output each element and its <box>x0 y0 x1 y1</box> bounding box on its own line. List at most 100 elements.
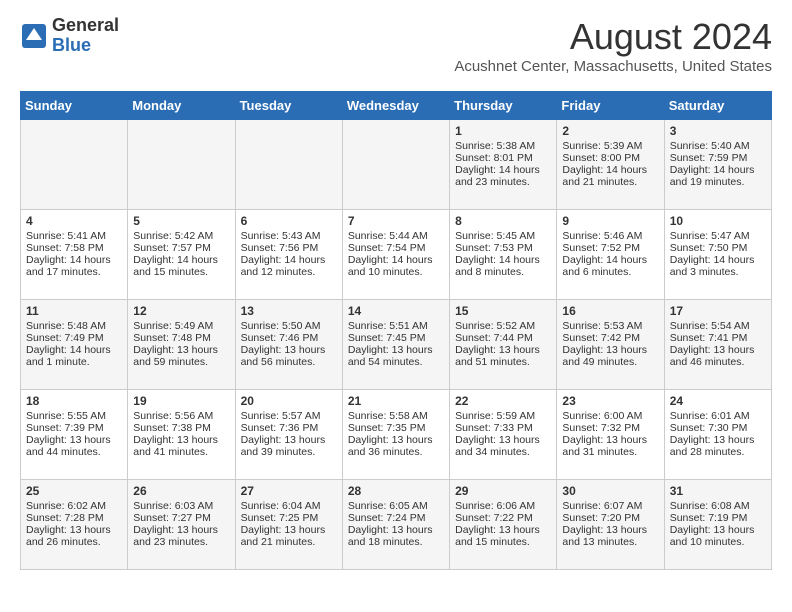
sunset-text: Sunset: 7:38 PM <box>133 422 229 434</box>
day-number: 23 <box>562 394 658 408</box>
sunrise-text: Sunrise: 5:49 AM <box>133 320 229 332</box>
calendar-cell: 21Sunrise: 5:58 AMSunset: 7:35 PMDayligh… <box>342 390 449 480</box>
sunrise-text: Sunrise: 5:56 AM <box>133 410 229 422</box>
daylight-text: Daylight: 13 hours and 56 minutes. <box>241 344 337 368</box>
calendar-cell: 12Sunrise: 5:49 AMSunset: 7:48 PMDayligh… <box>128 300 235 390</box>
day-number: 8 <box>455 214 551 228</box>
sunrise-text: Sunrise: 6:07 AM <box>562 500 658 512</box>
daylight-text: Daylight: 14 hours and 23 minutes. <box>455 164 551 188</box>
calendar-cell: 16 Sunrise: 5:53 AMSunset: 7:42 PMDayligh… <box>557 300 664 390</box>
sunrise-text: Sunrise: 5:43 AM <box>241 230 337 242</box>
sunrise-text: Sunrise: 5:41 AM <box>26 230 122 242</box>
day-number: 30 <box>562 484 658 498</box>
sunrise-text: Sunrise: 5:53 AM <box>562 320 658 332</box>
sunset-text: Sunset: 7:20 PM <box>562 512 658 524</box>
daylight-text: Daylight: 13 hours and 10 minutes. <box>670 524 766 548</box>
day-number: 24 <box>670 394 766 408</box>
sunrise-text: Sunrise: 6:05 AM <box>348 500 444 512</box>
sunset-text: Sunset: 7:19 PM <box>670 512 766 524</box>
daylight-text: Daylight: 13 hours and 18 minutes. <box>348 524 444 548</box>
day-number: 14 <box>348 304 444 318</box>
daylight-text: Daylight: 13 hours and 39 minutes. <box>241 434 337 458</box>
day-number: 3 <box>670 124 766 138</box>
sunset-text: Sunset: 7:41 PM <box>670 332 766 344</box>
calendar-cell <box>342 120 449 210</box>
sunrise-text: Sunrise: 5:50 AM <box>241 320 337 332</box>
sunrise-text: Sunrise: 5:48 AM <box>26 320 122 332</box>
logo-blue-text: Blue <box>52 36 119 56</box>
calendar-cell: 13Sunrise: 5:50 AMSunset: 7:46 PMDayligh… <box>235 300 342 390</box>
weekday-header: Thursday <box>450 92 557 120</box>
day-number: 13 <box>241 304 337 318</box>
sunset-text: Sunset: 8:00 PM <box>562 152 658 164</box>
daylight-text: Daylight: 13 hours and 59 minutes. <box>133 344 229 368</box>
sunset-text: Sunset: 7:39 PM <box>26 422 122 434</box>
calendar-cell: 30Sunrise: 6:07 AMSunset: 7:20 PMDayligh… <box>557 480 664 570</box>
calendar-cell: 6Sunrise: 5:43 AMSunset: 7:56 PMDaylight… <box>235 210 342 300</box>
calendar-cell: 8Sunrise: 5:45 AMSunset: 7:53 PMDaylight… <box>450 210 557 300</box>
day-number: 9 <box>562 214 658 228</box>
sunrise-text: Sunrise: 5:44 AM <box>348 230 444 242</box>
sunset-text: Sunset: 7:52 PM <box>562 242 658 254</box>
day-number: 12 <box>133 304 229 318</box>
daylight-text: Daylight: 14 hours and 1 minute. <box>26 344 122 368</box>
sunrise-text: Sunrise: 5:45 AM <box>455 230 551 242</box>
calendar-cell: 15Sunrise: 5:52 AMSunset: 7:44 PMDayligh… <box>450 300 557 390</box>
title-section: August 2024 Acushnet Center, Massachuset… <box>454 16 772 83</box>
daylight-text: Daylight: 14 hours and 6 minutes. <box>562 254 658 278</box>
calendar-cell: 28Sunrise: 6:05 AMSunset: 7:24 PMDayligh… <box>342 480 449 570</box>
daylight-text: Daylight: 13 hours and 36 minutes. <box>348 434 444 458</box>
day-number: 22 <box>455 394 551 408</box>
weekday-header: Friday <box>557 92 664 120</box>
daylight-text: Daylight: 14 hours and 10 minutes. <box>348 254 444 278</box>
sunset-text: Sunset: 7:50 PM <box>670 242 766 254</box>
day-number: 20 <box>241 394 337 408</box>
month-title: August 2024 <box>454 16 772 58</box>
daylight-text: Daylight: 13 hours and 51 minutes. <box>455 344 551 368</box>
sunrise-text: Sunrise: 5:52 AM <box>455 320 551 332</box>
sunrise-text: Sunrise: 5:46 AM <box>562 230 658 242</box>
sunset-text: Sunset: 7:54 PM <box>348 242 444 254</box>
day-number: 28 <box>348 484 444 498</box>
calendar-cell: 19Sunrise: 5:56 AMSunset: 7:38 PMDayligh… <box>128 390 235 480</box>
calendar-cell: 9 Sunrise: 5:46 AMSunset: 7:52 PMDaylight… <box>557 210 664 300</box>
sunrise-text: Sunrise: 6:06 AM <box>455 500 551 512</box>
calendar-cell: 11Sunrise: 5:48 AMSunset: 7:49 PMDayligh… <box>21 300 128 390</box>
calendar-week-row: 4Sunrise: 5:41 AMSunset: 7:58 PMDaylight… <box>21 210 772 300</box>
day-number: 16 <box>562 304 658 318</box>
daylight-text: Daylight: 14 hours and 17 minutes. <box>26 254 122 278</box>
calendar-cell: 29Sunrise: 6:06 AMSunset: 7:22 PMDayligh… <box>450 480 557 570</box>
sunset-text: Sunset: 8:01 PM <box>455 152 551 164</box>
calendar-cell: 27Sunrise: 6:04 AMSunset: 7:25 PMDayligh… <box>235 480 342 570</box>
day-number: 7 <box>348 214 444 228</box>
day-number: 6 <box>241 214 337 228</box>
sunset-text: Sunset: 7:58 PM <box>26 242 122 254</box>
calendar-table: SundayMondayTuesdayWednesdayThursdayFrid… <box>20 91 772 570</box>
weekday-header: Saturday <box>664 92 771 120</box>
sunrise-text: Sunrise: 5:54 AM <box>670 320 766 332</box>
daylight-text: Daylight: 13 hours and 28 minutes. <box>670 434 766 458</box>
header-row: SundayMondayTuesdayWednesdayThursdayFrid… <box>21 92 772 120</box>
sunrise-text: Sunrise: 5:39 AM <box>562 140 658 152</box>
sunrise-text: Sunrise: 5:47 AM <box>670 230 766 242</box>
weekday-header: Sunday <box>21 92 128 120</box>
calendar-cell: 2Sunrise: 5:39 AMSunset: 8:00 PMDaylight… <box>557 120 664 210</box>
sunrise-text: Sunrise: 5:42 AM <box>133 230 229 242</box>
daylight-text: Daylight: 14 hours and 8 minutes. <box>455 254 551 278</box>
calendar-cell: 4Sunrise: 5:41 AMSunset: 7:58 PMDaylight… <box>21 210 128 300</box>
logo-general-text: General <box>52 16 119 36</box>
sunset-text: Sunset: 7:25 PM <box>241 512 337 524</box>
calendar-cell: 20Sunrise: 5:57 AMSunset: 7:36 PMDayligh… <box>235 390 342 480</box>
day-number: 17 <box>670 304 766 318</box>
calendar-cell: 10Sunrise: 5:47 AMSunset: 7:50 PMDayligh… <box>664 210 771 300</box>
daylight-text: Daylight: 13 hours and 23 minutes. <box>133 524 229 548</box>
calendar-cell: 3Sunrise: 5:40 AMSunset: 7:59 PMDaylight… <box>664 120 771 210</box>
sunrise-text: Sunrise: 5:57 AM <box>241 410 337 422</box>
logo-icon <box>20 22 48 50</box>
day-number: 21 <box>348 394 444 408</box>
daylight-text: Daylight: 13 hours and 49 minutes. <box>562 344 658 368</box>
day-number: 18 <box>26 394 122 408</box>
daylight-text: Daylight: 13 hours and 21 minutes. <box>241 524 337 548</box>
sunset-text: Sunset: 7:42 PM <box>562 332 658 344</box>
sunset-text: Sunset: 7:49 PM <box>26 332 122 344</box>
